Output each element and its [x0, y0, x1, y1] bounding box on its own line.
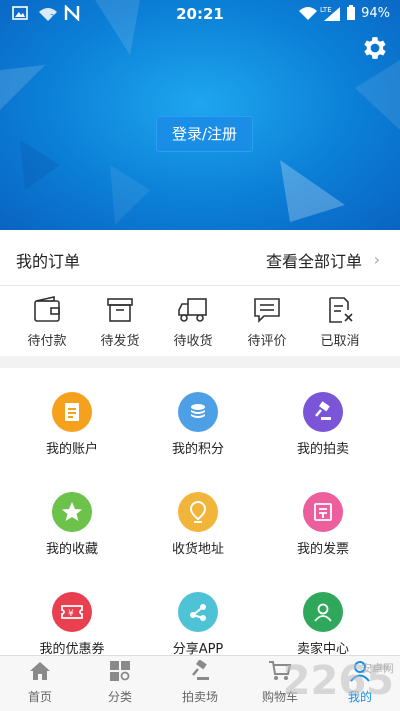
seller-center-item[interactable]: 卖家中心: [273, 592, 373, 657]
chevron-right-icon: ›: [373, 250, 380, 269]
section-divider: [0, 356, 400, 368]
wallet-icon: [34, 296, 60, 322]
svg-text:LTE: LTE: [320, 6, 332, 14]
cancel-doc-icon: [329, 297, 353, 323]
my-auction-item[interactable]: 我的拍卖: [273, 392, 373, 457]
settings-gear-icon[interactable]: [360, 33, 390, 63]
truck-icon: [178, 298, 207, 322]
tab-label: 分类: [107, 690, 132, 704]
service-label: 我的拍卖: [296, 442, 349, 457]
tab-label: 首页: [27, 690, 52, 704]
order-pending-payment[interactable]: 待付款: [17, 296, 77, 349]
auction-icon: [192, 659, 209, 680]
order-pending-shipment[interactable]: 待发货: [90, 296, 150, 349]
order-cancelled[interactable]: 已取消: [310, 296, 370, 349]
category-icon: [110, 661, 130, 681]
star-icon: [52, 492, 92, 532]
order-item-label: 待付款: [27, 334, 67, 349]
comment-icon: [254, 298, 280, 323]
order-pending-review[interactable]: 待评价: [237, 296, 297, 349]
account-icon: [52, 392, 92, 432]
coins-icon: [178, 392, 218, 432]
order-item-label: 待收货: [173, 334, 213, 349]
view-all-orders-link[interactable]: 查看全部订单: [266, 248, 362, 272]
order-pending-receipt[interactable]: 待收货: [163, 296, 223, 349]
home-icon: [30, 662, 50, 680]
login-register-button[interactable]: 登录/注册: [156, 116, 253, 152]
shipping-address-item[interactable]: 收货地址: [148, 492, 248, 557]
service-label: 收货地址: [171, 542, 224, 557]
my-account-item[interactable]: 我的账户: [22, 392, 122, 457]
my-orders-header[interactable]: 我的订单 查看全部订单 ›: [0, 230, 400, 286]
location-icon: [178, 492, 218, 532]
tab-category[interactable]: 分类: [85, 660, 155, 705]
wifi-icon: [298, 5, 318, 25]
battery-percent: 94%: [361, 6, 390, 21]
share-icon: [178, 592, 218, 632]
invoice-icon: [303, 492, 343, 532]
my-points-item[interactable]: 我的积分: [148, 392, 248, 457]
coupon-icon: ¥: [52, 592, 92, 632]
share-app-item[interactable]: 分享APP: [148, 592, 248, 657]
my-orders-title: 我的订单: [16, 252, 81, 271]
my-invoice-item[interactable]: 我的发票: [273, 492, 373, 557]
status-bar: ? 20:21 LTE 94%: [0, 0, 400, 28]
background-decoration: [0, 0, 400, 225]
tab-auction[interactable]: 拍卖场: [165, 659, 235, 705]
watermark-subtext: 安卓网: [361, 662, 394, 675]
tab-label: 拍卖场: [181, 690, 218, 704]
my-coupons-item[interactable]: ¥ 我的优惠券: [22, 592, 122, 657]
order-item-label: 已取消: [320, 334, 360, 349]
service-label: 我的积分: [171, 442, 224, 457]
profile-header: ? 20:21 LTE 94% 登录/注册: [0, 0, 400, 230]
order-item-label: 待发货: [100, 334, 140, 349]
tab-home[interactable]: 首页: [5, 660, 75, 705]
lte-signal-icon: LTE: [320, 5, 342, 25]
order-status-row: 待付款 待发货 待收货 待评价 已取消: [0, 286, 400, 356]
service-label: 我的账户: [45, 442, 98, 457]
service-label: 我的收藏: [45, 542, 98, 557]
my-favorites-item[interactable]: 我的收藏: [22, 492, 122, 557]
box-icon: [107, 298, 133, 322]
order-item-label: 待评价: [247, 334, 287, 349]
battery-icon: [346, 5, 356, 25]
service-label: 我的发票: [296, 542, 349, 557]
svg-text:¥: ¥: [68, 609, 74, 619]
seller-icon: [303, 592, 343, 632]
gavel-icon: [303, 392, 343, 432]
